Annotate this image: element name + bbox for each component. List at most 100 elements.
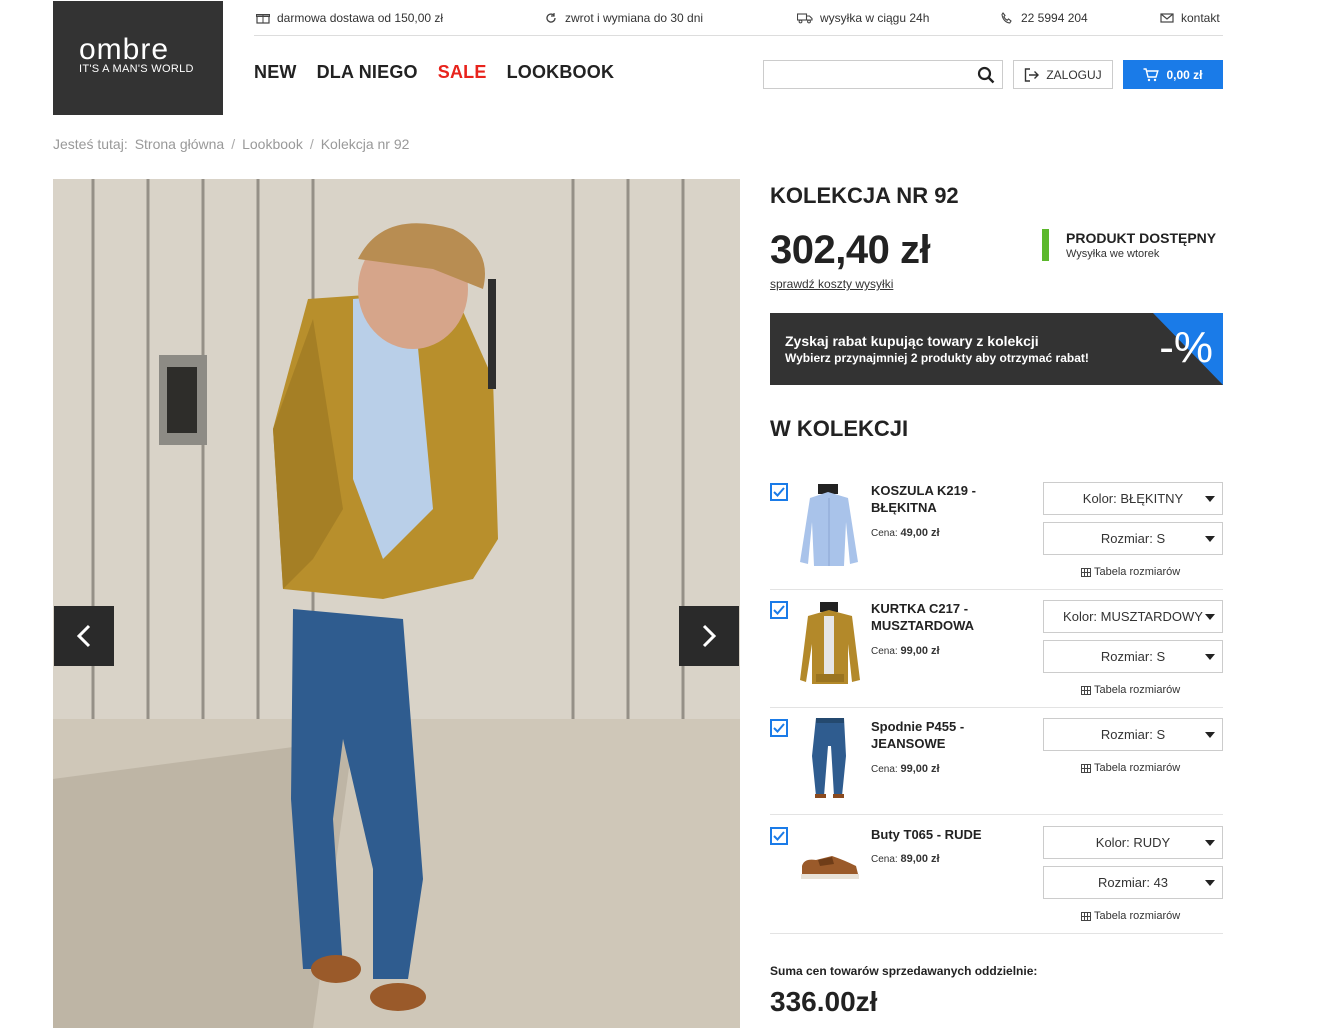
cart-icon [1143, 67, 1160, 81]
size-select[interactable]: Rozmiar: S [1043, 640, 1223, 673]
check-icon [773, 723, 785, 733]
item-checkbox[interactable] [770, 483, 788, 501]
item-checkbox[interactable] [770, 719, 788, 737]
size-table-label: Tabela rozmiarów [1094, 762, 1181, 774]
size-select[interactable]: Rozmiar: S [1043, 718, 1223, 751]
collection-discount-banner: Zyskaj rabat kupując towary z kolekcji W… [770, 313, 1223, 385]
main-nav: NEW DLA NIEGO SALE LOOKBOOK [254, 62, 614, 83]
cart-total: 0,00 zł [1166, 67, 1203, 82]
login-label: ZALOGUJ [1046, 67, 1102, 82]
returns-info[interactable]: zwrot i wymiana do 30 dni [544, 11, 703, 25]
nav-dla-niego[interactable]: DLA NIEGO [317, 62, 418, 83]
caret-down-icon [1205, 614, 1215, 620]
price-label: Cena: [871, 764, 898, 775]
size-table-link[interactable]: Tabela rozmiarów [1081, 762, 1180, 774]
size-table-link[interactable]: Tabela rozmiarów [1081, 566, 1180, 578]
color-select-value: Kolor: BŁĘKITNY [1082, 491, 1184, 506]
breadcrumb-prefix: Jesteś tutaj: [53, 136, 128, 152]
promo-subline: Wybierz przynajmniej 2 produkty aby otrz… [785, 351, 1089, 365]
check-icon [773, 831, 785, 841]
item-name[interactable]: Buty T065 - RUDE [871, 826, 1001, 843]
size-select-value: Rozmiar: S [1100, 649, 1166, 664]
size-select[interactable]: Rozmiar: 43 [1043, 866, 1223, 899]
item-name[interactable]: Spodnie P455 - JEANSOWE [871, 718, 1001, 752]
shipping-text: wysyłka w ciągu 24h [820, 11, 930, 25]
size-table-label: Tabela rozmiarów [1094, 684, 1181, 696]
caret-down-icon [1205, 880, 1215, 886]
price-label: Cena: [871, 854, 898, 865]
product-title: KOLEKCJA NR 92 [770, 183, 959, 208]
table-icon [1081, 567, 1091, 577]
gallery-prev-button[interactable] [54, 606, 114, 666]
contact-link[interactable]: kontakt [1160, 11, 1220, 25]
table-icon [1081, 685, 1091, 695]
logo-wordmark: ombre [79, 33, 170, 66]
breadcrumb-current: Kolekcja nr 92 [320, 136, 410, 152]
model-photo [53, 179, 740, 1028]
size-select[interactable]: Rozmiar: S [1043, 522, 1223, 555]
shipping-cost-link[interactable]: sprawdź koszty wysyłki [770, 277, 893, 291]
item-name[interactable]: KOSZULA K219 - BŁĘKITNA [871, 482, 1001, 516]
jacket-thumbnail[interactable] [798, 600, 862, 684]
color-select[interactable]: Kolor: BŁĘKITNY [1043, 482, 1223, 515]
nav-new[interactable]: NEW [254, 62, 297, 83]
check-icon [773, 605, 785, 615]
table-icon [1081, 763, 1091, 773]
breadcrumb-separator: / [231, 136, 236, 152]
item-checkbox[interactable] [770, 827, 788, 845]
size-table-link[interactable]: Tabela rozmiarów [1081, 684, 1180, 696]
nav-lookbook[interactable]: LOOKBOOK [507, 62, 615, 83]
item-checkbox[interactable] [770, 601, 788, 619]
color-select-value: Kolor: RUDY [1095, 835, 1171, 850]
price-value: 49,00 zł [900, 527, 940, 539]
search-input[interactable] [763, 60, 1003, 89]
size-table-label: Tabela rozmiarów [1094, 910, 1181, 922]
breadcrumb-home[interactable]: Strona główna [135, 136, 225, 152]
phone-info[interactable]: 22 5994 204 [1000, 11, 1088, 25]
price-label: Cena: [871, 528, 898, 539]
price-label: Cena: [871, 646, 898, 657]
logo-tagline: IT'S A MAN'S WORLD [79, 63, 194, 75]
gift-icon [256, 14, 270, 24]
item-price: Cena: 99,00 zł [871, 645, 940, 657]
search-icon[interactable] [977, 66, 995, 84]
truck-icon [797, 13, 813, 24]
percent-badge: -% [1159, 323, 1213, 372]
caret-down-icon [1205, 654, 1215, 660]
shirt-thumbnail[interactable] [798, 482, 862, 566]
color-select[interactable]: Kolor: RUDY [1043, 826, 1223, 859]
breadcrumb-lookbook[interactable]: Lookbook [242, 136, 303, 152]
caret-down-icon [1205, 536, 1215, 542]
size-select-value: Rozmiar: 43 [1097, 875, 1169, 890]
cart-button[interactable]: 0,00 zł [1123, 60, 1223, 89]
availability-shipping-day: Wysyłka we wtorek [1066, 248, 1160, 260]
info-bar: darmowa dostawa od 150,00 zł zwrot i wym… [254, 0, 1223, 36]
refresh-icon [546, 13, 556, 23]
color-select[interactable]: Kolor: MUSZTARDOWY [1043, 600, 1223, 633]
shoes-thumbnail[interactable] [798, 826, 862, 910]
login-button[interactable]: ZALOGUJ [1013, 60, 1113, 89]
collection-heading: W KOLEKCJI [770, 416, 909, 441]
item-divider [770, 933, 1223, 934]
nav-sale[interactable]: SALE [438, 62, 487, 83]
free-delivery-info[interactable]: darmowa dostawa od 150,00 zł [256, 11, 443, 25]
phone-icon [1001, 12, 1012, 24]
shipping-info[interactable]: wysyłka w ciągu 24h [797, 11, 929, 25]
availability-status: PRODUKT DOSTĘPNY [1066, 230, 1217, 246]
item-price: Cena: 89,00 zł [871, 853, 940, 865]
jeans-thumbnail[interactable] [798, 716, 862, 800]
size-table-label: Tabela rozmiarów [1094, 566, 1181, 578]
product-gallery-image [53, 179, 740, 1028]
contact-text: kontakt [1181, 11, 1220, 25]
envelope-icon [1160, 13, 1174, 23]
item-name[interactable]: KURTKA C217 - MUSZTARDOWA [871, 600, 1001, 634]
item-divider [770, 814, 1223, 815]
caret-down-icon [1205, 732, 1215, 738]
size-table-link[interactable]: Tabela rozmiarów [1081, 910, 1180, 922]
gallery-next-button[interactable] [679, 606, 739, 666]
size-select-value: Rozmiar: S [1100, 531, 1166, 546]
item-price: Cena: 49,00 zł [871, 527, 940, 539]
price-value: 99,00 zł [900, 645, 940, 657]
availability-indicator [1042, 229, 1049, 261]
logo[interactable]: ombre IT'S A MAN'S WORLD [53, 1, 223, 115]
